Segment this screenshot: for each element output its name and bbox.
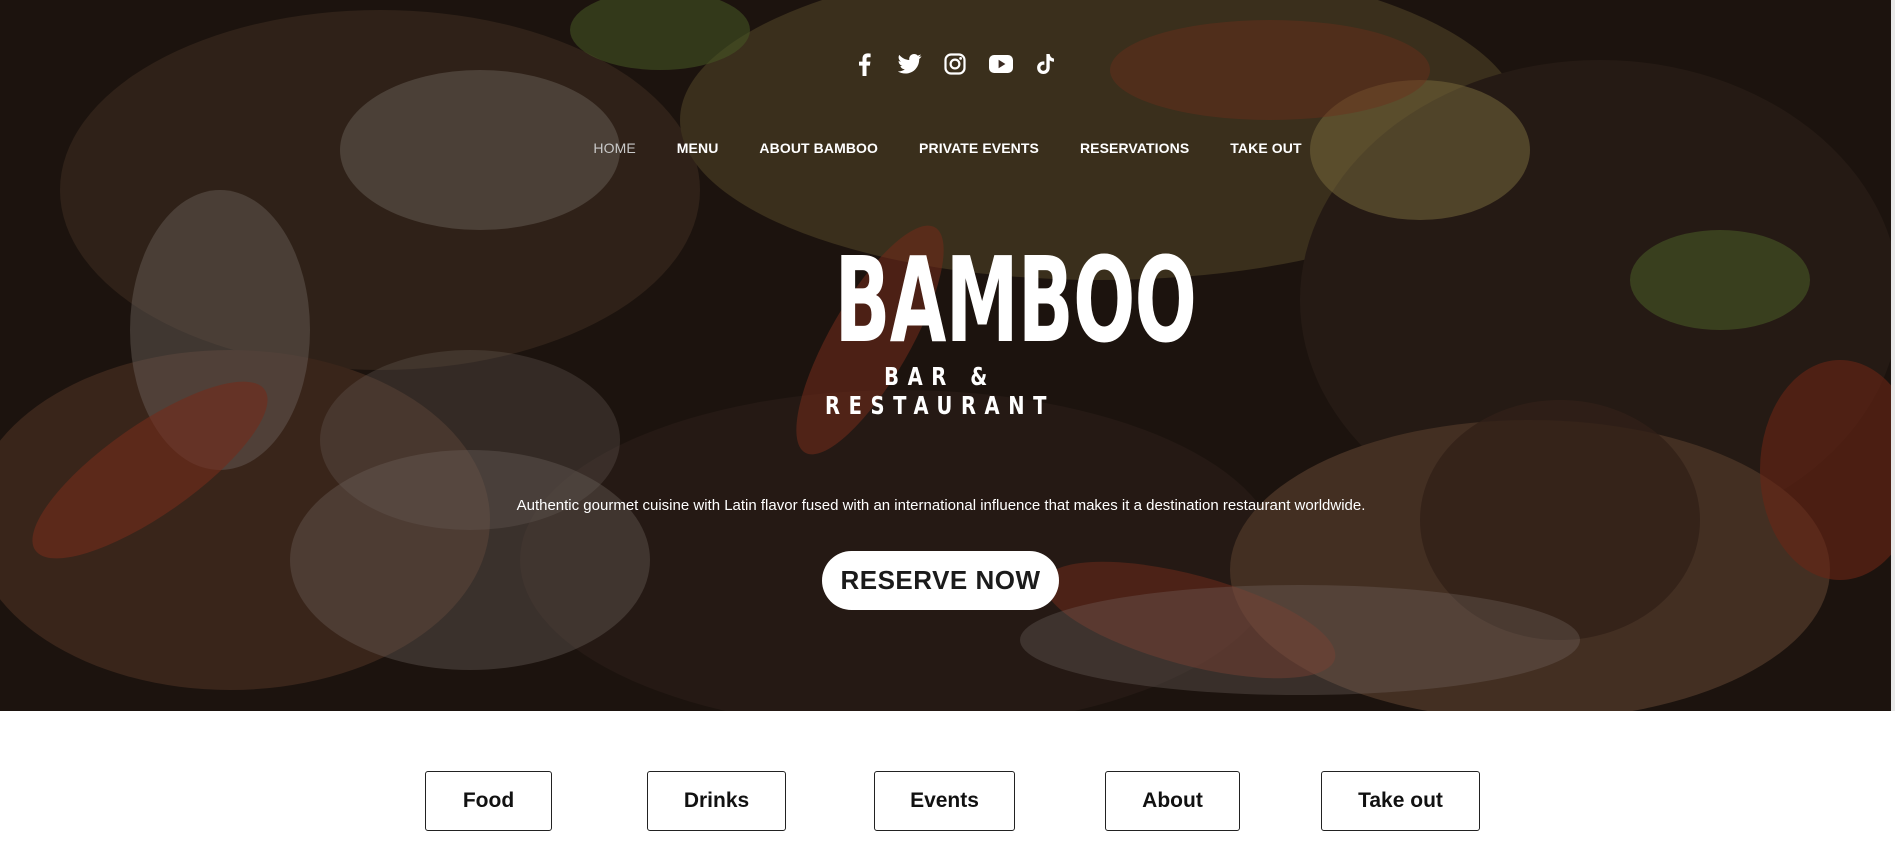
instagram-icon[interactable] [941,50,969,78]
logo-subtitle: BAR & RESTAURANT [824,362,1056,420]
bamboo-logo: BAMBOO BAR & RESTAURANT [770,231,1197,420]
youtube-icon[interactable] [987,50,1015,78]
twitter-icon[interactable] [896,50,924,78]
category-take-out-button[interactable]: Take out [1321,771,1480,831]
category-food-button[interactable]: Food [425,771,552,831]
hero-section: HOME MENU ABOUT BAMBOO PRIVATE EVENTS RE… [0,0,1895,711]
nav-menu[interactable]: MENU [677,140,719,160]
nav-reservations[interactable]: RESERVATIONS [1080,140,1189,160]
category-drinks-button[interactable]: Drinks [647,771,786,831]
tiktok-icon[interactable] [1032,50,1060,78]
main-nav: HOME MENU ABOUT BAMBOO PRIVATE EVENTS RE… [0,140,1895,160]
nav-home[interactable]: HOME [593,140,635,160]
social-links [850,48,1060,80]
reserve-now-button[interactable]: RESERVE NOW [822,551,1059,610]
hero-tagline: Authentic gourmet cuisine with Latin fla… [516,497,1366,514]
nav-private-events[interactable]: PRIVATE EVENTS [919,140,1039,160]
page-scrollbar[interactable] [1891,0,1895,711]
nav-take-out[interactable]: TAKE OUT [1230,140,1301,160]
facebook-icon[interactable] [850,50,878,78]
nav-about-bamboo[interactable]: ABOUT BAMBOO [759,140,878,160]
category-about-button[interactable]: About [1105,771,1240,831]
logo-title: BAMBOO [834,231,1197,369]
category-events-button[interactable]: Events [874,771,1015,831]
category-links: Food Drinks Events About Take out [0,711,1895,867]
